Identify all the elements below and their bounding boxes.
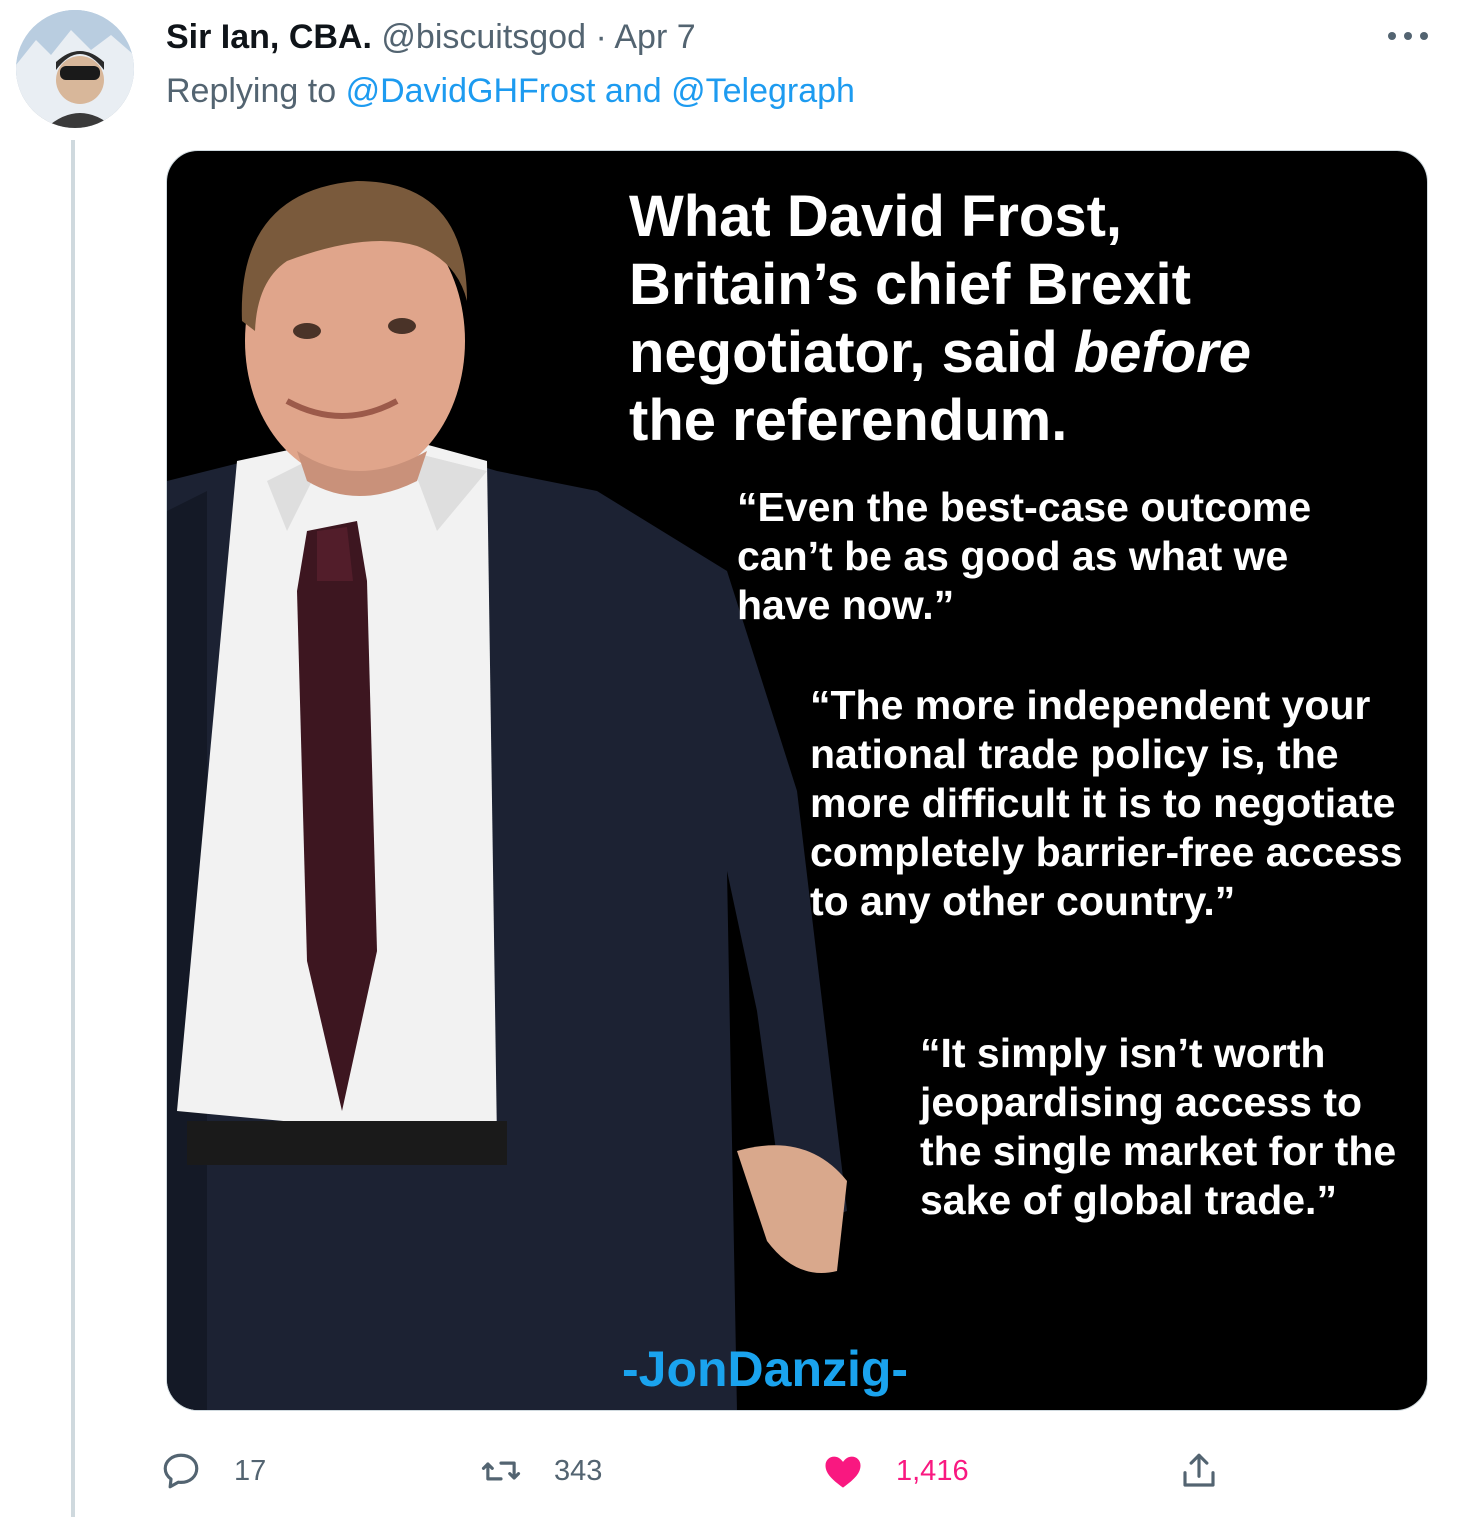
replying-to: Replying to @DavidGHFrost and @Telegraph	[166, 68, 855, 114]
headline-line: negotiator, said before	[629, 319, 1389, 387]
separator: ·	[595, 18, 607, 56]
quote-2: “The more independent your national trad…	[810, 682, 1403, 924]
heart-icon	[825, 1456, 861, 1488]
avatar-image	[16, 10, 134, 128]
share-button[interactable]	[1178, 1446, 1252, 1496]
handle[interactable]: @biscuitsgod	[381, 18, 586, 56]
tweet-actions: 17 343 1,416	[160, 1446, 1240, 1496]
image-headline: What David Frost, Britain’s chief Brexit…	[629, 183, 1389, 455]
share-icon	[1183, 1453, 1215, 1487]
display-name[interactable]: Sir Ian, CBA.	[166, 18, 372, 56]
thread-line	[71, 140, 75, 1517]
reply-and: and	[604, 72, 662, 110]
more-icon[interactable]	[1386, 12, 1430, 56]
replying-prefix: Replying to	[166, 72, 337, 110]
tweet-date[interactable]: Apr 7	[614, 18, 695, 56]
reply-count: 17	[234, 1454, 267, 1487]
headline-emphasis: before	[1073, 320, 1252, 385]
retweet-icon	[481, 1461, 521, 1481]
reply-icon	[163, 1453, 199, 1489]
headline-line: the referendum.	[629, 388, 1068, 453]
headline-line: What David Frost,	[629, 184, 1123, 249]
retweet-button[interactable]: 343	[480, 1446, 602, 1496]
image-credit: -JonDanzig-	[622, 1341, 909, 1397]
avatar[interactable]	[16, 10, 134, 128]
quote-3: “It simply isn’t worth jeopardising acce…	[920, 1030, 1397, 1223]
headline-text: negotiator, said	[629, 320, 1074, 385]
like-button[interactable]: 1,416	[822, 1446, 969, 1496]
reply-button[interactable]: 17	[160, 1446, 266, 1496]
tweet-header: Sir Ian, CBA. @biscuitsgod · Apr 7	[166, 14, 696, 60]
tweet-image[interactable]: What David Frost, Britain’s chief Brexit…	[166, 150, 1428, 1411]
mention-davidghfrost[interactable]: @DavidGHFrost	[346, 72, 596, 110]
quote-1: “Even the best-case outcome can’t be as …	[737, 484, 1312, 628]
like-count: 1,416	[896, 1454, 969, 1487]
mention-telegraph[interactable]: @Telegraph	[671, 72, 855, 110]
retweet-count: 343	[554, 1454, 603, 1487]
headline-line: Britain’s chief Brexit	[629, 252, 1191, 317]
